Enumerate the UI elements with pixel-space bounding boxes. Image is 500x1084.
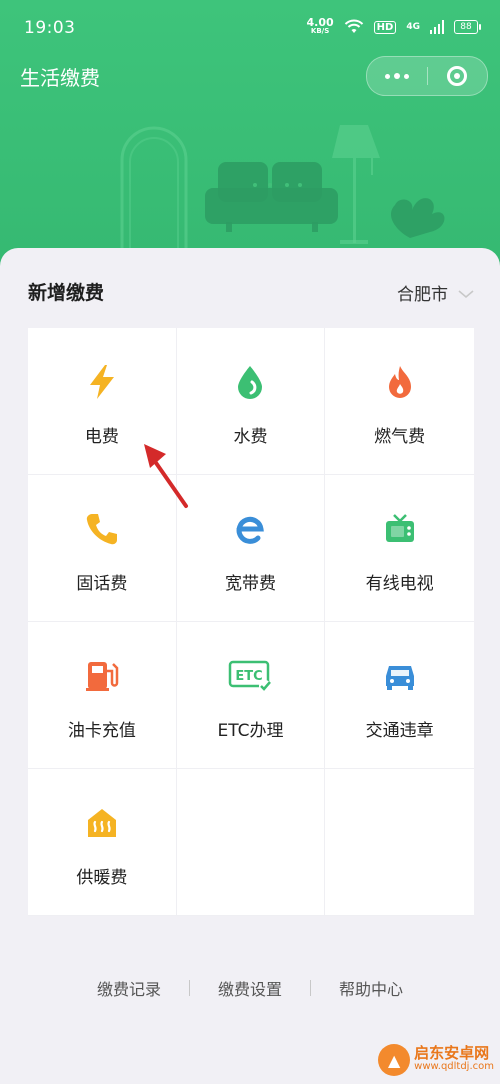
phone-icon bbox=[84, 511, 120, 547]
target-icon bbox=[447, 66, 467, 86]
chevron-down-icon bbox=[458, 289, 474, 298]
more-menu-button[interactable] bbox=[367, 57, 427, 95]
etc-icon: ETC bbox=[228, 658, 272, 694]
signal-icon bbox=[430, 20, 444, 34]
tv-icon bbox=[382, 511, 418, 547]
page-title: 生活缴费 bbox=[20, 66, 100, 90]
service-water[interactable]: 水费 bbox=[176, 328, 326, 475]
lightning-icon bbox=[84, 364, 120, 400]
status-icons: 4.00 KB/S HD 4G 88 bbox=[306, 16, 481, 36]
service-label: 供暖费 bbox=[76, 868, 128, 888]
service-etc[interactable]: ETC ETC办理 bbox=[176, 622, 326, 769]
empty-cell bbox=[176, 769, 326, 916]
payment-records-link[interactable]: 缴费记录 bbox=[97, 976, 161, 1000]
service-label: ETC办理 bbox=[217, 721, 284, 741]
service-label: 固话费 bbox=[76, 574, 128, 594]
section-title: 新增缴费 bbox=[28, 282, 105, 304]
service-label: 交通违章 bbox=[365, 721, 434, 741]
svg-text:ETC: ETC bbox=[236, 669, 263, 684]
status-bar: 19:03 4.00 KB/S HD 4G 88 bbox=[0, 0, 500, 60]
header-banner: 19:03 4.00 KB/S HD 4G 88 生活缴费 bbox=[0, 0, 500, 290]
broadband-e-icon bbox=[232, 511, 268, 547]
car-icon bbox=[382, 658, 418, 694]
divider bbox=[310, 980, 311, 996]
status-time: 19:03 bbox=[24, 18, 76, 38]
divider bbox=[188, 980, 190, 996]
service-traffic-violation[interactable]: 交通违章 bbox=[325, 622, 474, 769]
hd-badge: HD bbox=[373, 20, 397, 34]
battery-icon: 88 bbox=[454, 20, 481, 34]
footer-links: 缴费记录 缴费设置 帮助中心 bbox=[0, 976, 500, 1000]
watermark: ▲ 启东安卓网 www.qdltdj.com bbox=[378, 1044, 494, 1076]
service-label: 水费 bbox=[233, 427, 268, 447]
flame-icon bbox=[382, 364, 418, 400]
section-header: 新增缴费 合肥市 bbox=[28, 278, 474, 308]
empty-cell bbox=[325, 769, 474, 916]
service-broadband[interactable]: 宽带费 bbox=[176, 475, 326, 622]
service-fuel-card[interactable]: 油卡充值 bbox=[28, 622, 177, 769]
service-cable-tv[interactable]: 有线电视 bbox=[325, 475, 474, 622]
network-speed: 4.00 KB/S bbox=[306, 16, 334, 35]
wifi-icon bbox=[344, 19, 363, 33]
title-bar: 生活缴费 bbox=[0, 56, 500, 96]
watermark-text: 启东安卓网 www.qdltdj.com bbox=[414, 1046, 494, 1074]
city-selector[interactable]: 合肥市 bbox=[397, 280, 474, 305]
service-label: 燃气费 bbox=[374, 427, 426, 447]
service-label: 宽带费 bbox=[224, 574, 276, 594]
watermark-url: www.qdltdj.com bbox=[414, 1061, 494, 1072]
service-label: 有线电视 bbox=[365, 574, 434, 594]
close-miniprogram-button[interactable] bbox=[427, 57, 487, 95]
red-arrow-annotation bbox=[144, 444, 188, 508]
help-center-link[interactable]: 帮助中心 bbox=[339, 976, 403, 1000]
miniprogram-capsule bbox=[366, 56, 488, 96]
fuel-pump-icon bbox=[84, 658, 120, 694]
watermark-title: 启东安卓网 bbox=[414, 1044, 490, 1062]
water-drop-icon bbox=[232, 364, 268, 400]
heating-icon bbox=[84, 805, 120, 841]
service-heating[interactable]: 供暖费 bbox=[28, 769, 177, 916]
service-gas[interactable]: 燃气费 bbox=[325, 328, 474, 475]
city-label: 合肥市 bbox=[397, 285, 448, 305]
screen: 19:03 4.00 KB/S HD 4G 88 生活缴费 新增缴费 合肥市 电… bbox=[0, 0, 500, 1084]
payment-settings-link[interactable]: 缴费设置 bbox=[218, 976, 282, 1000]
service-label: 油卡充值 bbox=[67, 721, 136, 741]
payment-card: 新增缴费 合肥市 电费 水费 燃气费 固话费 宽带费 有线电视 油卡充值 ETC… bbox=[0, 248, 500, 1084]
watermark-logo-icon: ▲ bbox=[378, 1044, 411, 1076]
service-grid: 电费 水费 燃气费 固话费 宽带费 有线电视 油卡充值 ETC ETC办理 交通… bbox=[28, 328, 474, 916]
living-room-illustration bbox=[120, 125, 445, 250]
network-type: 4G bbox=[406, 22, 420, 32]
